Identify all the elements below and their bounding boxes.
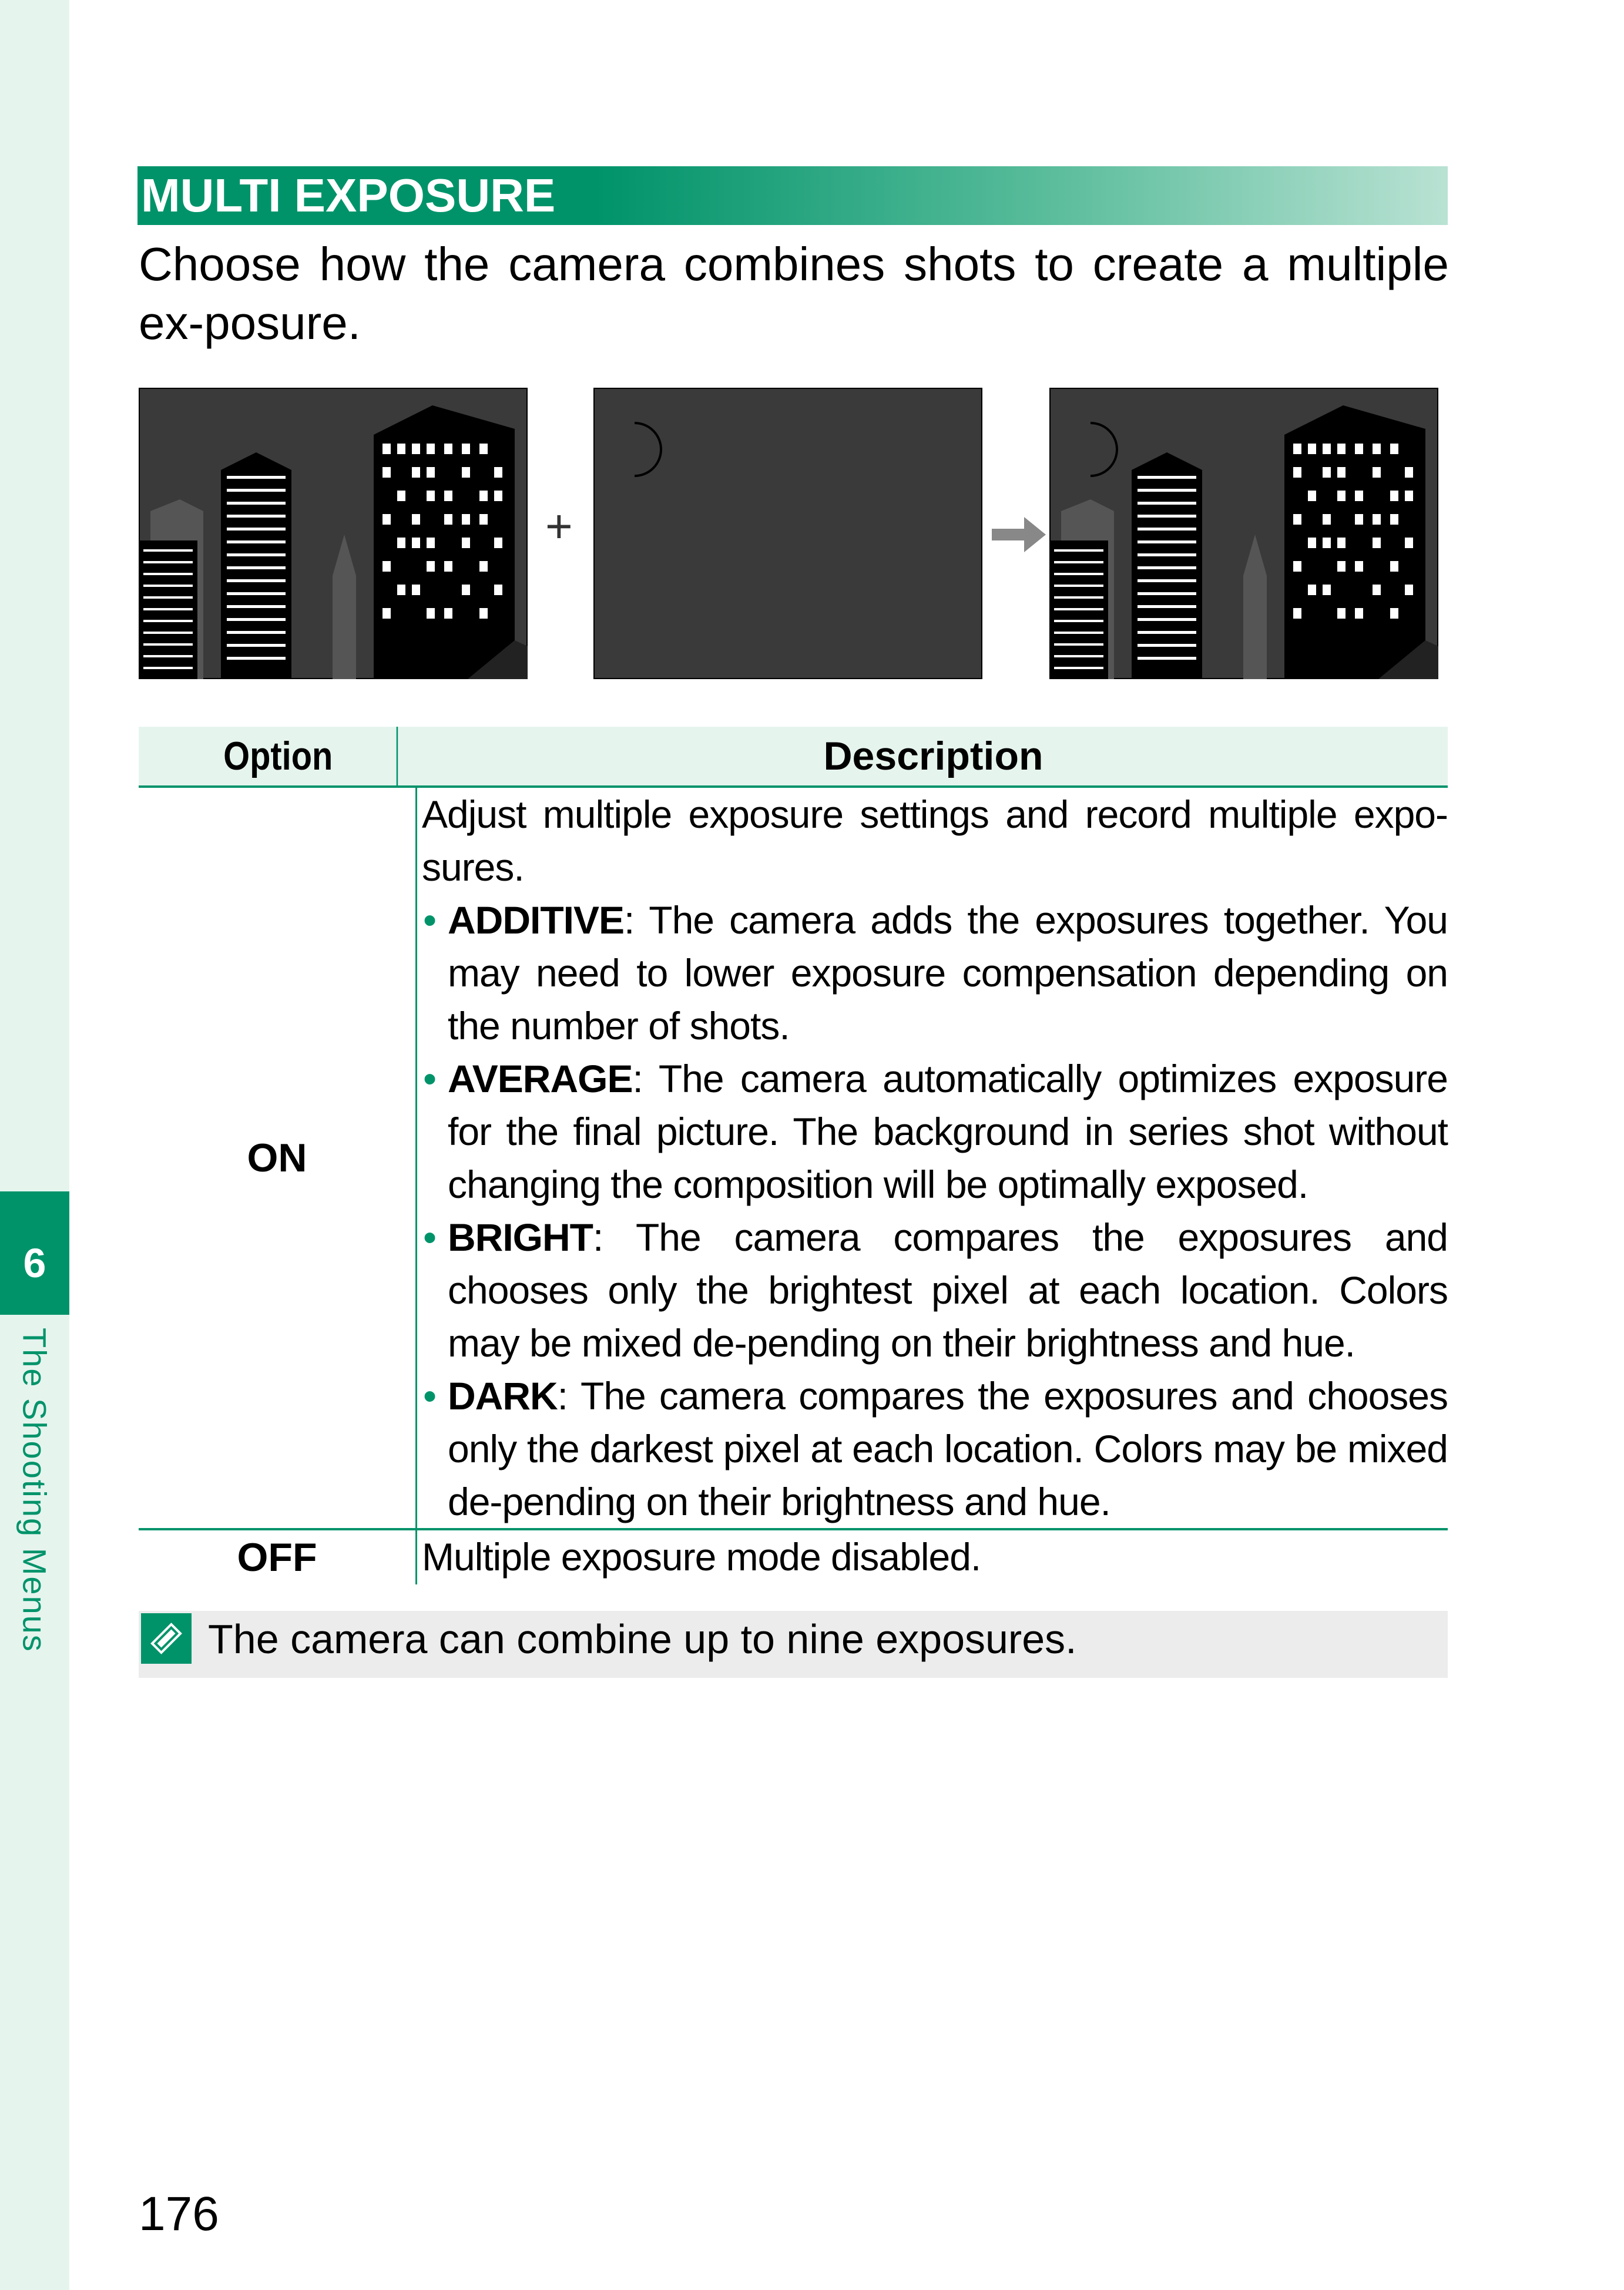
page-number: 176 (139, 2187, 219, 2241)
city-night-icon (139, 388, 528, 679)
chapter-label: The Shooting Menus (16, 1328, 53, 1653)
chapter-tab: 6 (0, 1191, 69, 1315)
mode-list: • ADDITIVE: The camera adds the exposures… (422, 894, 1448, 1528)
intro-text: Choose how the camera combines shots to … (139, 238, 1449, 349)
list-item: • ADDITIVE: The camera adds the exposures… (423, 898, 1448, 1047)
note-text: The camera can combine up to nine exposu… (208, 1616, 1077, 1662)
list-item: • AVERAGE: The camera automatically optim… (423, 1057, 1448, 1206)
combined-icon (1049, 388, 1438, 679)
option-on: ON (139, 788, 417, 1528)
term-average: AVERAGE (448, 1057, 633, 1100)
list-item: • BRIGHT: The camera compares the exposur… (423, 1215, 1448, 1365)
term-dark: DARK (448, 1374, 558, 1418)
plus-operator: + (545, 500, 573, 552)
option-off: OFF (139, 1530, 417, 1584)
header-description: Description (823, 734, 1043, 778)
description-on: Adjust multiple exposure settings and re… (417, 788, 1448, 1528)
header-option: Option (160, 727, 398, 785)
note-box: The camera can combine up to nine exposu… (139, 1611, 1448, 1678)
term-bright: BRIGHT (448, 1215, 593, 1259)
term-additive: ADDITIVE (448, 898, 625, 942)
side-strip (0, 0, 69, 2290)
moon-icon (593, 388, 982, 679)
description-off: Multiple exposure mode disabled. (422, 1535, 981, 1579)
note-icon (141, 1613, 192, 1664)
table-row-on: ON Adjust multiple exposure settings and… (139, 788, 1448, 1530)
section-title: MULTI EXPOSURE (137, 166, 1448, 225)
chapter-number: 6 (23, 1240, 46, 1286)
options-table: Option Description ON Adjust multiple ex… (139, 727, 1448, 1584)
table-header: Option Description (139, 727, 1448, 788)
list-item: • DARK: The camera compares the exposures… (423, 1374, 1448, 1523)
description-on-intro: Adjust multiple exposure settings and re… (422, 793, 1448, 889)
table-row-off: OFF Multiple exposure mode disabled. (139, 1530, 1448, 1584)
arrow-right-icon (992, 517, 1046, 552)
